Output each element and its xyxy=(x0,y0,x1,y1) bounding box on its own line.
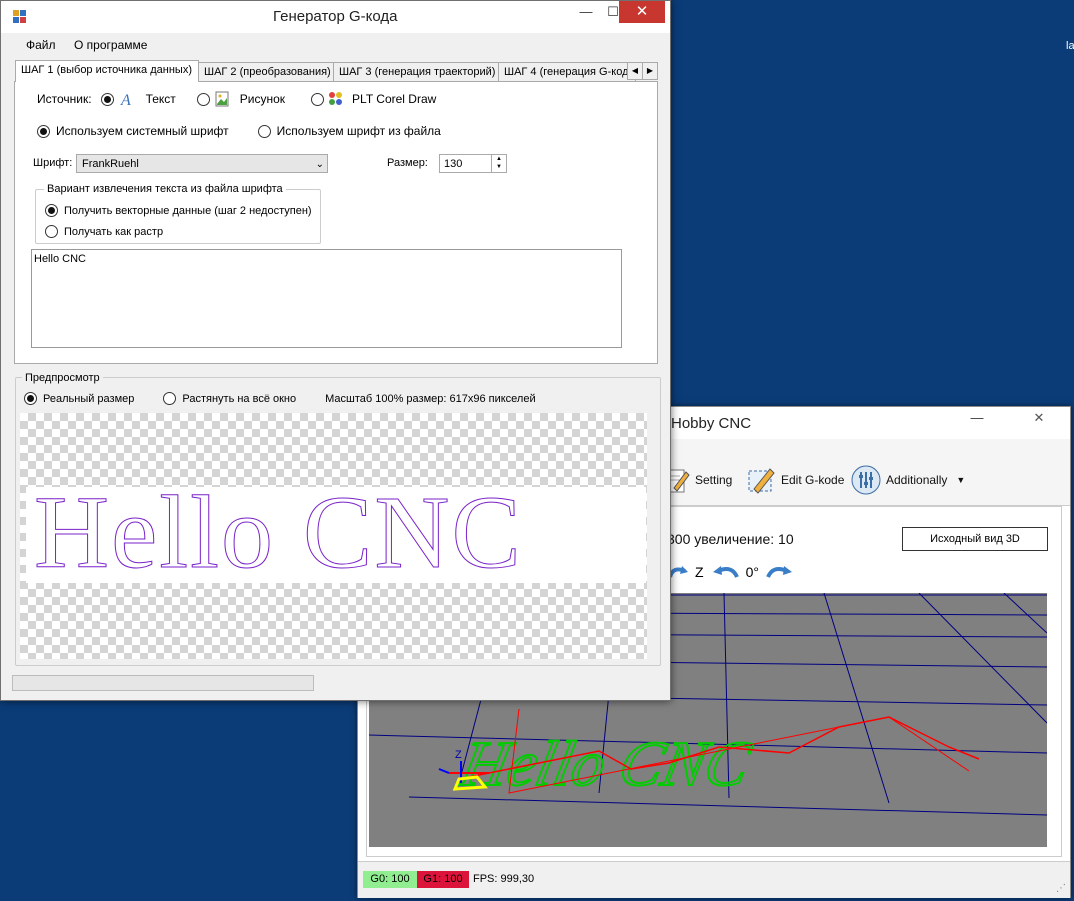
g1-counter: G1: 100 xyxy=(417,871,469,888)
rotate-right-icon[interactable] xyxy=(765,563,795,581)
g0-counter: G0: 100 xyxy=(363,871,417,888)
file-font-label: Используем шрифт из файла xyxy=(276,124,441,138)
preview-title: Предпросмотр xyxy=(22,372,103,384)
source-plt-radio[interactable] xyxy=(311,92,325,106)
real-size-label: Реальный размер xyxy=(43,392,135,405)
source-selector: Источник: A Текст Рисунок PLT Corel Draw xyxy=(37,91,436,107)
vector-radio[interactable] xyxy=(45,204,58,217)
vector-label: Получить векторные данные (шаг 2 недосту… xyxy=(64,204,312,217)
extract-mode-group: Вариант извлечения текста из файла шрифт… xyxy=(35,183,321,244)
preview-rendered-text: Hello CNC xyxy=(34,475,523,590)
font-select[interactable]: FrankRuehl ⌄ xyxy=(76,154,328,173)
font-source-selector: Используем системный шрифт Используем шр… xyxy=(37,123,441,139)
close-button[interactable]: ✕ xyxy=(619,1,665,23)
preview-group: Предпросмотр Реальный размер Растянуть н… xyxy=(15,372,661,666)
corel-icon xyxy=(329,92,343,105)
source-plt-label: PLT Corel Draw xyxy=(352,92,437,106)
additionally-dropdown[interactable]: Additionally ▼ xyxy=(851,465,965,495)
source-text-label: Текст xyxy=(145,92,176,106)
menu-about[interactable]: О программе xyxy=(74,38,147,52)
stretch-label: Растянуть на всё окно xyxy=(182,392,297,405)
gcode-generator-window[interactable]: Генератор G-кода — ☐ ✕ Файл О программе … xyxy=(0,0,671,701)
real-size-radio[interactable] xyxy=(24,392,37,405)
menu-file[interactable]: Файл xyxy=(26,38,56,52)
raster-radio[interactable] xyxy=(45,225,58,238)
close-button[interactable]: ✕ xyxy=(1016,407,1062,429)
tab-step-4[interactable]: ШАГ 4 (генерация G-кода xyxy=(498,62,636,81)
tab-scroll-right-icon[interactable]: ▶ xyxy=(642,62,658,80)
equalizer-icon xyxy=(851,465,881,495)
additionally-label: Additionally xyxy=(886,473,948,487)
tab-step-1[interactable]: ШАГ 1 (выбор источника данных) xyxy=(15,60,199,82)
progress-bar xyxy=(12,675,314,691)
svg-text:A: A xyxy=(120,92,131,107)
text-input[interactable]: Hello CNC xyxy=(31,249,622,348)
setting-label: Setting xyxy=(695,473,733,487)
resize-grip-icon[interactable]: ⋰ xyxy=(1056,883,1066,894)
spin-arrows-icon[interactable]: ▲ ▼ xyxy=(491,155,506,172)
tab-step-2[interactable]: ШАГ 2 (преобразования) xyxy=(198,62,336,81)
rotation-controls: Z 0° xyxy=(667,559,795,585)
fps-readout: FPS: 999,30 xyxy=(473,873,535,885)
file-font-radio[interactable] xyxy=(257,124,271,138)
app-icon xyxy=(13,10,26,23)
zoom-info: 300 увеличение: 10 xyxy=(667,531,794,547)
dropdown-caret-icon: ▼ xyxy=(956,475,966,485)
size-label: Размер: xyxy=(387,157,428,169)
desktop-edge-text: la xyxy=(1066,40,1074,52)
setting-button[interactable]: Setting xyxy=(664,465,732,495)
font-value: FrankRuehl xyxy=(82,158,139,170)
edit-icon xyxy=(748,468,775,494)
window-title: Hobby CNC xyxy=(671,415,752,432)
rotation-angle: 0° xyxy=(745,564,759,580)
rotation-axis-label: Z xyxy=(695,564,704,580)
source-text-radio[interactable] xyxy=(100,92,114,106)
edit-gcode-label: Edit G-kode xyxy=(781,473,845,487)
preview-canvas: Hello CNC xyxy=(20,413,647,659)
raster-label: Получать как растр xyxy=(64,225,164,238)
size-stepper[interactable]: 130 ▲ ▼ xyxy=(439,154,507,173)
source-image-label: Рисунок xyxy=(239,92,286,106)
step1-page: Источник: A Текст Рисунок PLT Corel Draw… xyxy=(14,81,658,364)
minimize-button[interactable]: — xyxy=(572,1,600,23)
system-font-label: Используем системный шрифт xyxy=(56,124,229,138)
preview-mode-selector: Реальный размер Растянуть на всё окно Ма… xyxy=(24,392,536,405)
vector-option: Получить векторные данные (шаг 2 недосту… xyxy=(45,204,312,217)
edit-gcode-button[interactable]: Edit G-kode xyxy=(746,465,844,495)
step-tabs: ШАГ 1 (выбор источника данных) ШАГ 2 (пр… xyxy=(13,60,659,82)
source-label: Источник: xyxy=(37,92,92,106)
rotate-left-icon[interactable] xyxy=(710,563,740,581)
size-value: 130 xyxy=(444,158,463,170)
extract-group-title: Вариант извлечения текста из файла шрифт… xyxy=(44,183,286,195)
viewport-text: Hello CNC xyxy=(454,728,757,799)
minimize-button[interactable]: — xyxy=(963,407,991,429)
scale-info: Масштаб 100% размер: 617x96 пикселей xyxy=(325,392,536,405)
raster-option: Получать как растр xyxy=(45,225,163,238)
tab-scroll-left-icon[interactable]: ◀ xyxy=(627,62,643,80)
title-bar[interactable]: Генератор G-кода — ☐ ✕ xyxy=(1,1,670,33)
tab-step-3[interactable]: ШАГ 3 (генерация траекторий) xyxy=(333,62,499,81)
image-icon xyxy=(215,91,229,107)
chevron-down-icon: ⌄ xyxy=(315,159,324,170)
stretch-radio[interactable] xyxy=(163,392,177,405)
svg-text:Z: Z xyxy=(455,749,462,761)
font-icon: A xyxy=(120,92,131,107)
window-title: Генератор G-кода xyxy=(273,8,398,25)
menu-bar: Файл О программе xyxy=(1,33,670,57)
system-font-radio[interactable] xyxy=(37,124,50,138)
source-image-radio[interactable] xyxy=(196,92,210,106)
font-label: Шрифт: xyxy=(33,157,73,169)
reset-3d-view-button[interactable]: Исходный вид 3D xyxy=(902,527,1048,551)
status-bar: G0: 100 G1: 100 FPS: 999,30 ⋰ xyxy=(358,861,1070,898)
